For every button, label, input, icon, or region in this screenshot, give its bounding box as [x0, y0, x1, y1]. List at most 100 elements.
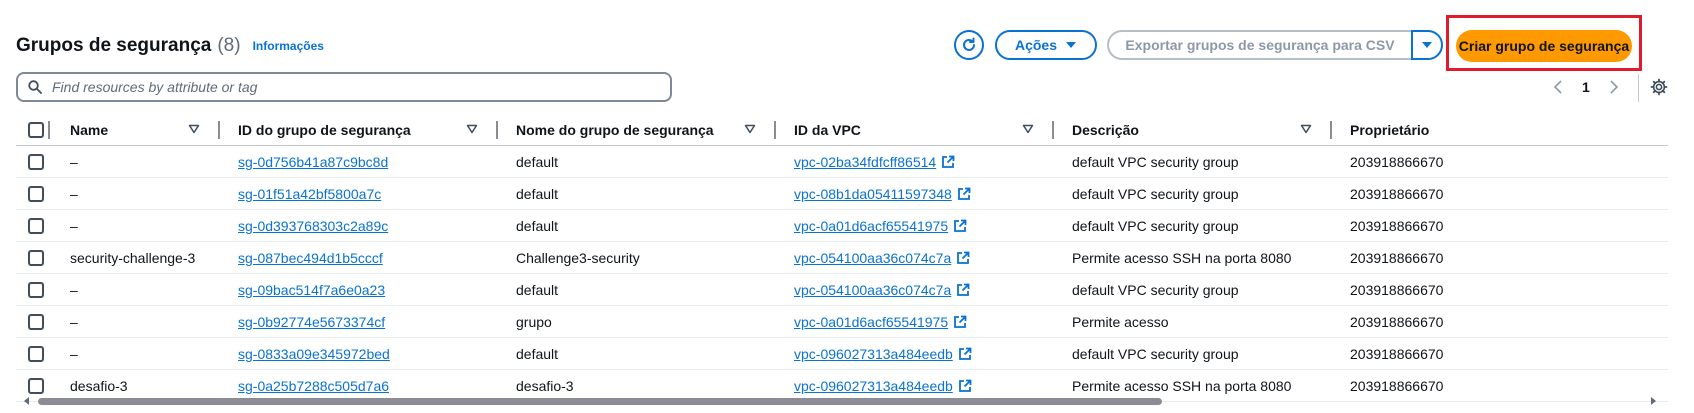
- info-link[interactable]: Informações: [253, 39, 324, 53]
- owner-value: 203918866670: [1350, 153, 1444, 170]
- sg-id-link[interactable]: sg-0d393768303c2a89c: [238, 218, 388, 234]
- description-value: Permite acesso SSH na porta 8080: [1072, 377, 1292, 394]
- row-checkbox[interactable]: [28, 345, 44, 362]
- description-value: default VPC security group: [1072, 345, 1239, 362]
- column-header-description[interactable]: Descrição: [1054, 115, 1332, 146]
- owner-cell: 203918866670: [1332, 209, 1668, 242]
- sg-name-value: default: [516, 185, 559, 202]
- sort-icon[interactable]: [1022, 124, 1034, 134]
- scroll-right-icon[interactable]: [1648, 396, 1658, 406]
- vpc-id-text: vpc-054100aa36c074c7a: [794, 249, 952, 266]
- previous-page-button[interactable]: [1548, 77, 1568, 97]
- caret-down-icon: [1422, 42, 1432, 48]
- column-header-sg-id[interactable]: ID do grupo de segurança: [220, 115, 498, 146]
- vpc-id-text: vpc-054100aa36c074c7a: [794, 281, 952, 298]
- sg-id-link[interactable]: sg-0833a09e345972bed: [238, 346, 390, 362]
- row-checkbox[interactable]: [28, 153, 44, 170]
- sg-name-cell: default: [498, 177, 776, 210]
- export-csv-label: Exportar grupos de segurança para CSV: [1125, 37, 1395, 53]
- name-cell: –: [52, 273, 220, 306]
- row-checkbox[interactable]: [28, 377, 44, 394]
- table-row[interactable]: – sg-0833a09e345972bed default vpc-09602731…: [16, 337, 1668, 370]
- vpc-id-link[interactable]: vpc-096027313a484eedb: [794, 378, 972, 394]
- column-header-name[interactable]: Name: [52, 115, 220, 146]
- description-cell: default VPC security group: [1054, 209, 1332, 242]
- vpc-id-cell: vpc-02ba34fdfcff86514: [776, 145, 1054, 178]
- description-value: default VPC security group: [1072, 281, 1239, 298]
- actions-button[interactable]: Ações: [995, 30, 1097, 60]
- search-input[interactable]: [50, 78, 654, 96]
- page-number[interactable]: 1: [1582, 79, 1590, 95]
- table-row[interactable]: security-challenge-3 sg-087bec494d1b5cccf…: [16, 241, 1668, 274]
- chevron-left-icon: [1553, 80, 1562, 94]
- refresh-button[interactable]: [954, 30, 984, 60]
- scrollbar-thumb[interactable]: [38, 398, 1162, 405]
- sg-id-link[interactable]: sg-01f51a42bf5800a7c: [238, 186, 381, 202]
- row-checkbox[interactable]: [28, 185, 44, 202]
- sg-id-link[interactable]: sg-0a25b7288c505d7a6: [238, 378, 389, 394]
- sg-id-link[interactable]: sg-09bac514f7a6e0a23: [238, 282, 385, 298]
- preferences-button[interactable]: [1648, 76, 1670, 98]
- name-value: desafio-3: [70, 377, 128, 394]
- sg-name-value: grupo: [516, 313, 552, 330]
- create-security-group-button[interactable]: Criar grupo de segurança: [1456, 30, 1632, 62]
- description-cell: default VPC security group: [1054, 273, 1332, 306]
- owner-value: 203918866670: [1350, 281, 1444, 298]
- row-checkbox[interactable]: [28, 281, 44, 298]
- owner-cell: 203918866670: [1332, 177, 1668, 210]
- vpc-id-link[interactable]: vpc-0a01d6acf65541975: [794, 314, 967, 330]
- vpc-id-link[interactable]: vpc-096027313a484eedb: [794, 346, 972, 362]
- table-row[interactable]: – sg-0d393768303c2a89c default vpc-0a01d6ac…: [16, 209, 1668, 242]
- sg-name-cell: Challenge3-security: [498, 241, 776, 274]
- vpc-id-text: vpc-02ba34fdfcff86514: [794, 153, 937, 170]
- owner-cell: 203918866670: [1332, 273, 1668, 306]
- name-cell: –: [52, 305, 220, 338]
- sg-name-value: default: [516, 281, 559, 298]
- row-checkbox[interactable]: [28, 217, 44, 234]
- export-dropdown-button[interactable]: [1411, 30, 1443, 60]
- sg-name-cell: default: [498, 209, 776, 242]
- description-cell: default VPC security group: [1054, 177, 1332, 210]
- table-row[interactable]: – sg-01f51a42bf5800a7c default vpc-08b1da05…: [16, 177, 1668, 210]
- description-value: default VPC security group: [1072, 153, 1239, 170]
- vpc-id-link[interactable]: vpc-02ba34fdfcff86514: [794, 154, 955, 170]
- name-cell: –: [52, 337, 220, 370]
- vpc-id-text: vpc-08b1da05411597348: [794, 185, 952, 202]
- column-header-owner[interactable]: Proprietário: [1332, 115, 1668, 146]
- chevron-right-icon: [1610, 80, 1618, 94]
- table-row[interactable]: – sg-0b92774e5673374cf grupo vpc-0a01d6acf6…: [16, 305, 1668, 338]
- vpc-id-link[interactable]: vpc-0a01d6acf65541975: [794, 218, 967, 234]
- name-cell: security-challenge-3: [52, 241, 220, 274]
- row-checkbox[interactable]: [28, 249, 44, 266]
- name-value: –: [70, 217, 78, 234]
- column-header-vpc-id[interactable]: ID da VPC: [776, 115, 1054, 146]
- row-select-cell: [16, 209, 52, 242]
- scroll-left-icon[interactable]: [22, 396, 32, 406]
- sort-icon[interactable]: [466, 124, 478, 134]
- name-value: security-challenge-3: [70, 249, 196, 266]
- vpc-id-link[interactable]: vpc-08b1da05411597348: [794, 186, 971, 202]
- table-row[interactable]: – sg-09bac514f7a6e0a23 default vpc-054100aa…: [16, 273, 1668, 306]
- export-csv-button[interactable]: Exportar grupos de segurança para CSV: [1107, 30, 1411, 60]
- horizontal-scrollbar[interactable]: [16, 396, 1662, 406]
- next-page-button[interactable]: [1604, 77, 1624, 97]
- sort-icon[interactable]: [744, 124, 756, 134]
- description-cell: Permite acesso SSH na porta 8080: [1054, 241, 1332, 274]
- sort-icon[interactable]: [188, 124, 200, 134]
- sg-id-link[interactable]: sg-087bec494d1b5cccf: [238, 250, 383, 266]
- vpc-id-link[interactable]: vpc-054100aa36c074c7a: [794, 282, 970, 298]
- column-header-sg-name[interactable]: Nome do grupo de segurança: [498, 115, 776, 146]
- sg-id-link[interactable]: sg-0b92774e5673374cf: [238, 314, 385, 330]
- column-header-label: Descrição: [1072, 122, 1139, 138]
- sort-icon[interactable]: [1300, 124, 1312, 134]
- vpc-id-link[interactable]: vpc-054100aa36c074c7a: [794, 250, 970, 266]
- sg-id-link[interactable]: sg-0d756b41a87c9bc8d: [238, 154, 388, 170]
- vpc-id-text: vpc-0a01d6acf65541975: [794, 313, 949, 330]
- external-link-icon: [957, 187, 971, 200]
- name-value: –: [70, 345, 78, 362]
- name-value: –: [70, 281, 78, 298]
- sg-id-cell: sg-0b92774e5673374cf: [220, 305, 498, 338]
- table-row[interactable]: – sg-0d756b41a87c9bc8d default vpc-02ba34fd…: [16, 145, 1668, 178]
- select-all-checkbox[interactable]: [28, 122, 44, 138]
- row-checkbox[interactable]: [28, 313, 44, 330]
